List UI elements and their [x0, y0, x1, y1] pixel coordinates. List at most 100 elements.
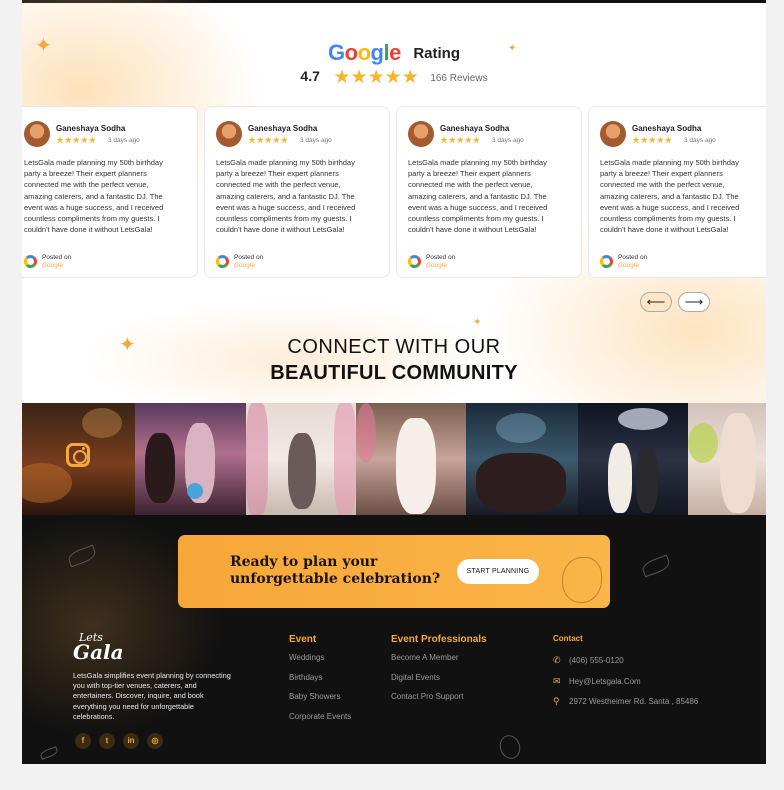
- avatar: [600, 121, 626, 147]
- contact-phone[interactable]: ✆ (406) 555-0120: [553, 655, 624, 666]
- contact-email[interactable]: ✉ Hey@Letsgala.Com: [553, 676, 641, 687]
- community-gallery: [22, 403, 766, 515]
- posted-on-label: Posted on: [234, 254, 264, 261]
- posted-on-google: Posted on Google: [24, 253, 144, 269]
- review-text: LetsGala made planning my 50th birthday …: [600, 158, 740, 235]
- posted-on-label: Posted on: [618, 254, 648, 261]
- gallery-photo[interactable]: [135, 403, 246, 515]
- review-stars: ★★★★★: [440, 135, 481, 145]
- reviewer-name: Ganeshaya Sodha: [632, 124, 702, 133]
- community-heading-line2: BEAUTIFUL COMMUNITY: [270, 362, 518, 384]
- social-links: f t in ◎: [75, 733, 175, 749]
- cta-headline: Ready to plan your unforgettable celebra…: [230, 554, 440, 588]
- footer: Ready to plan your unforgettable celebra…: [22, 515, 766, 764]
- reviews-count[interactable]: 166 Reviews: [430, 73, 487, 84]
- review-card[interactable]: Ganeshaya Sodha ★★★★★ 3 days ago LetsGal…: [204, 106, 390, 278]
- contact-heading: Contact: [553, 634, 583, 643]
- gallery-photo[interactable]: [578, 403, 688, 515]
- source-label: Google: [234, 262, 255, 269]
- contact-address[interactable]: ⚲ 2972 Westheimer Rd. Santa , 85486: [553, 696, 698, 707]
- twitter-icon[interactable]: t: [99, 733, 115, 749]
- instagram-icon[interactable]: [66, 443, 90, 467]
- review-card[interactable]: Ganeshaya Sodha ★★★★★ 3 days ago LetsGal…: [588, 106, 766, 278]
- review-stars: ★★★★★: [632, 135, 673, 145]
- flower-icon: [562, 557, 602, 603]
- glow-decoration: [82, 300, 502, 420]
- posted-on-google: Posted on Google: [600, 253, 720, 269]
- footer-link-baby-showers[interactable]: Baby Showers: [289, 692, 341, 701]
- carousel-controls: ⟵ ⟶: [640, 292, 710, 312]
- gallery-photo[interactable]: [246, 403, 356, 515]
- review-stars: ★★★★★: [56, 135, 97, 145]
- rating-header: Google Rating: [22, 40, 766, 66]
- page: ✦ ✦ ✦ ✦ Google Rating 4.7 ★★★★★ 166 Revi…: [22, 0, 766, 764]
- sparkle-icon: ✦: [473, 317, 482, 328]
- footer-link-contact-pro-support[interactable]: Contact Pro Support: [391, 692, 463, 701]
- community-heading-line1: CONNECT WITH OUR: [287, 336, 501, 358]
- avatar: [408, 121, 434, 147]
- logo-bottom-text: Gala: [73, 640, 124, 664]
- reviewer-name: Ganeshaya Sodha: [56, 124, 126, 133]
- review-stars: ★★★★★: [248, 135, 289, 145]
- leaf-icon: [640, 554, 672, 578]
- rating-summary: 4.7 ★★★★★ 166 Reviews: [22, 66, 766, 89]
- reviewer-name: Ganeshaya Sodha: [440, 124, 510, 133]
- email-text: Hey@Letsgala.Com: [569, 677, 641, 686]
- footer-link-birthdays[interactable]: Birthdays: [289, 673, 322, 682]
- review-date: 3 days ago: [300, 137, 332, 144]
- about-text: LetsGala simplifies event planning by co…: [73, 671, 231, 721]
- google-logo: Google: [328, 40, 401, 65]
- google-icon: [24, 255, 37, 268]
- rating-score: 4.7: [300, 68, 320, 84]
- footer-link-corporate-events[interactable]: Corporate Events: [289, 712, 351, 721]
- facebook-icon[interactable]: f: [75, 733, 91, 749]
- review-text: LetsGala made planning my 50th birthday …: [408, 158, 548, 235]
- google-icon: [216, 255, 229, 268]
- mail-icon: ✉: [553, 676, 561, 686]
- rating-stars: ★★★★★: [333, 67, 419, 88]
- avatar: [216, 121, 242, 147]
- posted-on-label: Posted on: [42, 254, 72, 261]
- phone-text: (406) 555-0120: [569, 656, 624, 665]
- source-label: Google: [42, 262, 63, 269]
- linkedin-icon[interactable]: in: [123, 733, 139, 749]
- source-label: Google: [618, 262, 639, 269]
- posted-on-google: Posted on Google: [216, 253, 336, 269]
- google-icon: [600, 255, 613, 268]
- posted-on-label: Posted on: [426, 254, 456, 261]
- leaf-icon: [39, 746, 59, 760]
- phone-icon: ✆: [553, 655, 561, 665]
- address-text: 2972 Westheimer Rd. Santa , 85486: [569, 697, 699, 706]
- location-pin-icon: ⚲: [553, 696, 560, 706]
- letsgala-logo[interactable]: Lets Gala: [73, 631, 124, 664]
- footer-link-weddings[interactable]: Weddings: [289, 653, 324, 662]
- review-date: 3 days ago: [684, 137, 716, 144]
- cta-line2: unforgettable celebration?: [230, 571, 441, 587]
- gallery-photo[interactable]: [688, 403, 766, 515]
- cta-banner: Ready to plan your unforgettable celebra…: [178, 535, 610, 608]
- rating-title: Rating: [413, 44, 460, 62]
- footer-link-digital-events[interactable]: Digital Events: [391, 673, 440, 682]
- prev-arrow-button[interactable]: ⟵: [640, 292, 672, 312]
- gallery-photo[interactable]: [466, 403, 578, 515]
- review-card[interactable]: Ganeshaya Sodha ★★★★★ 3 days ago LetsGal…: [396, 106, 582, 278]
- gallery-photo[interactable]: [356, 403, 466, 515]
- footer-link-become-member[interactable]: Become A Member: [391, 653, 459, 662]
- event-professionals-heading: Event Professionals: [391, 634, 487, 645]
- review-text: LetsGala made planning my 50th birthday …: [216, 158, 356, 235]
- review-carousel: Ganeshaya Sodha ★★★★★ 3 days ago LetsGal…: [22, 106, 766, 278]
- review-card[interactable]: Ganeshaya Sodha ★★★★★ 3 days ago LetsGal…: [22, 106, 198, 278]
- start-planning-button[interactable]: START PLANNING: [457, 559, 539, 584]
- review-date: 3 days ago: [492, 137, 524, 144]
- reviewer-name: Ganeshaya Sodha: [248, 124, 318, 133]
- review-date: 3 days ago: [108, 137, 140, 144]
- avatar: [24, 121, 50, 147]
- next-arrow-button[interactable]: ⟶: [678, 292, 710, 312]
- flower-icon: [496, 732, 524, 762]
- instagram-icon[interactable]: ◎: [147, 733, 163, 749]
- cta-line1: Ready to plan your: [230, 554, 378, 570]
- source-label: Google: [426, 262, 447, 269]
- event-heading: Event: [289, 634, 317, 645]
- review-text: LetsGala made planning my 50th birthday …: [24, 158, 164, 235]
- google-icon: [408, 255, 421, 268]
